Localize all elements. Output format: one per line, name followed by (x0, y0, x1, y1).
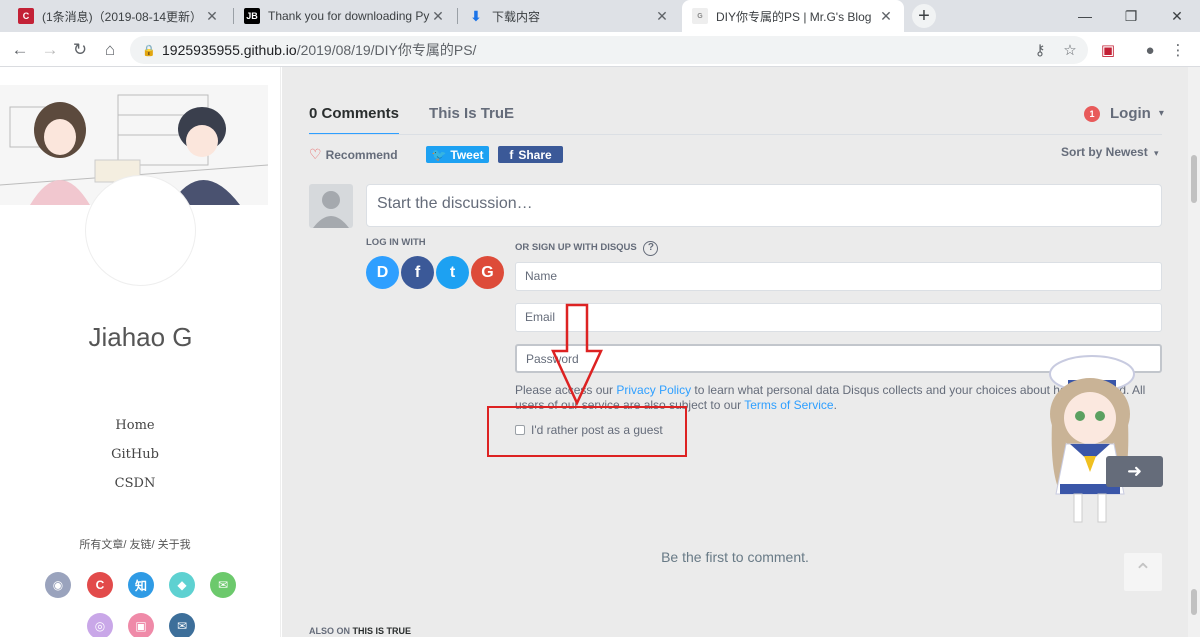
blog-sidebar: Jiahao G Home GitHub CSDN 所有文章/ 友链/ 关于我 … (0, 67, 281, 637)
nav-github-link[interactable]: GitHub (0, 447, 270, 462)
signup-with-label: OR SIGN UP WITH DISQUS ? (515, 241, 659, 256)
close-icon[interactable]: ✕ (878, 8, 894, 25)
chevron-down-icon: ▾ (1154, 148, 1159, 158)
tab-title: Thank you for downloading Py (268, 9, 430, 23)
heart-icon: ♡ (309, 146, 322, 162)
sort-dropdown[interactable]: Sort by Newest ▾ (1061, 145, 1159, 159)
share-button[interactable]: f Share (498, 146, 563, 163)
comment-compose-input[interactable]: Start the discussion… (366, 184, 1162, 227)
policy-text: . (833, 398, 837, 412)
tab-title: DIY你专属的PS | Mr.G's Blog (716, 9, 872, 24)
terms-of-service-link[interactable]: Terms of Service (744, 398, 833, 412)
blog-icon: G (692, 8, 708, 24)
browser-tab-downloads[interactable]: ⬇ 下载内容 ✕ (458, 0, 680, 32)
tab-site[interactable]: This Is TruE (429, 105, 514, 135)
twitter-icon: 🐦 (431, 147, 447, 162)
name-field[interactable]: Name (515, 262, 1162, 291)
nav-csdn-link[interactable]: CSDN (0, 476, 270, 491)
browser-tab-csdn[interactable]: C (1条消息)（2019-08-14更新） ✕ (8, 0, 230, 32)
window-close-icon[interactable]: ✕ (1154, 0, 1200, 32)
wechat-icon[interactable]: ✉ (210, 572, 236, 598)
browser-toolbar: ← → ↻ ⌂ 🔒 1925935955.github.io/2019/08/1… (0, 32, 1200, 67)
login-with-label: LOG IN WITH (366, 237, 426, 248)
login-label: Login (1110, 105, 1151, 122)
minimize-icon[interactable]: — (1062, 0, 1108, 32)
disqus-tabs: 0 Comments This Is TruE (309, 105, 544, 135)
extension-icon[interactable]: ▣ (1096, 38, 1120, 62)
signup-with-text: OR SIGN UP WITH DISQUS (515, 242, 637, 253)
home-icon[interactable]: ⌂ (98, 38, 122, 62)
facebook-login-icon[interactable]: f (401, 256, 434, 289)
close-icon[interactable]: ✕ (654, 8, 670, 25)
twitter-login-icon[interactable]: t (436, 256, 469, 289)
close-icon[interactable]: ✕ (430, 8, 446, 25)
forward-icon[interactable]: → (38, 38, 62, 62)
disqus-thread: 0 Comments This Is TruE 1 Login ▾ ♡ Reco… (282, 67, 1188, 637)
url-host: 1925935955.github.io (162, 42, 297, 58)
restore-icon[interactable]: ❐ (1108, 0, 1154, 32)
reload-icon[interactable]: ↻ (68, 38, 92, 62)
google-login-icon[interactable]: G (471, 256, 504, 289)
also-on-heading: ALSO ON THIS IS TRUE (309, 626, 411, 636)
qq-icon[interactable]: ◆ (169, 572, 195, 598)
new-tab-button[interactable]: + (912, 4, 936, 28)
sort-label: Sort by Newest (1061, 145, 1148, 159)
jetbrains-icon: JB (244, 8, 260, 24)
bilibili-icon[interactable]: ▣ (128, 613, 154, 637)
empty-state-text: Be the first to comment. (661, 549, 809, 565)
annotation-highlight-box (487, 406, 687, 457)
back-to-top-button[interactable]: ⌃ (1124, 553, 1162, 591)
key-icon[interactable]: ⚷ (1028, 38, 1052, 62)
mascot-girl-icon (1049, 355, 1135, 523)
disqus-login-icon[interactable]: D (366, 256, 399, 289)
notification-badge: 1 (1084, 105, 1100, 122)
menu-icon[interactable]: ⋮ (1166, 38, 1190, 62)
weibo-icon[interactable]: ◎ (87, 613, 113, 637)
annotation-arrow-icon (551, 303, 603, 406)
tab-title: 下载内容 (492, 9, 541, 24)
user-placeholder-icon (309, 184, 353, 228)
chevron-down-icon: ▾ (1158, 108, 1164, 119)
tweet-button[interactable]: 🐦 Tweet (426, 146, 489, 163)
share-label: Share (518, 147, 552, 162)
browser-tab-strip: C (1条消息)（2019-08-14更新） ✕ JB Thank you fo… (0, 0, 1200, 32)
profile-icon[interactable]: ● (1138, 38, 1162, 62)
also-on-prefix: ALSO ON (309, 626, 353, 636)
login-button[interactable]: 1 Login ▾ (1084, 105, 1164, 122)
email-icon[interactable]: ✉ (169, 613, 195, 637)
zhihu-icon[interactable]: 知 (128, 572, 154, 598)
scrollbar-thumb[interactable] (1191, 155, 1197, 203)
tweet-label: Tweet (450, 147, 484, 162)
address-bar[interactable]: 🔒 1925935955.github.io/2019/08/19/DIY你专属… (130, 36, 1088, 64)
browser-tab-blog[interactable]: G DIY你专属的PS | Mr.G's Blog ✕ (682, 0, 904, 32)
github-icon[interactable]: ◉ (45, 572, 71, 598)
help-icon[interactable]: ? (643, 241, 659, 256)
also-on-site[interactable]: THIS IS TRUE (353, 626, 412, 636)
page-scrollbar[interactable] (1188, 67, 1200, 637)
author-name: Jiahao G (88, 322, 193, 352)
close-icon[interactable]: ✕ (204, 8, 220, 25)
sidebar-links[interactable]: 所有文章/ 友链/ 关于我 (0, 536, 270, 552)
recommend-button[interactable]: ♡ Recommend (309, 146, 398, 163)
csdn-icon: C (18, 8, 34, 24)
url-path: /2019/08/19/DIY你专属的PS/ (296, 42, 477, 58)
email-field[interactable]: Email (515, 303, 1162, 332)
next-arrow-button[interactable]: ➜ (1106, 456, 1163, 487)
back-icon[interactable]: ← (8, 38, 32, 62)
facebook-icon: f (509, 147, 514, 162)
csdn-icon[interactable]: C (87, 572, 113, 598)
avatar (85, 175, 196, 286)
lock-icon: 🔒 (142, 45, 156, 57)
scrollbar-thumb-secondary[interactable] (1191, 589, 1197, 615)
download-icon: ⬇ (470, 7, 482, 24)
bookmark-star-icon[interactable]: ☆ (1058, 38, 1082, 62)
browser-tab-jetbrains[interactable]: JB Thank you for downloading Py ✕ (234, 0, 456, 32)
nav-home-link[interactable]: Home (0, 418, 270, 433)
privacy-policy-link[interactable]: Privacy Policy (616, 383, 691, 397)
tab-comments[interactable]: 0 Comments (309, 105, 400, 135)
recommend-label: Recommend (325, 147, 398, 162)
tab-title: (1条消息)（2019-08-14更新） (42, 9, 203, 24)
divider (309, 134, 1162, 135)
